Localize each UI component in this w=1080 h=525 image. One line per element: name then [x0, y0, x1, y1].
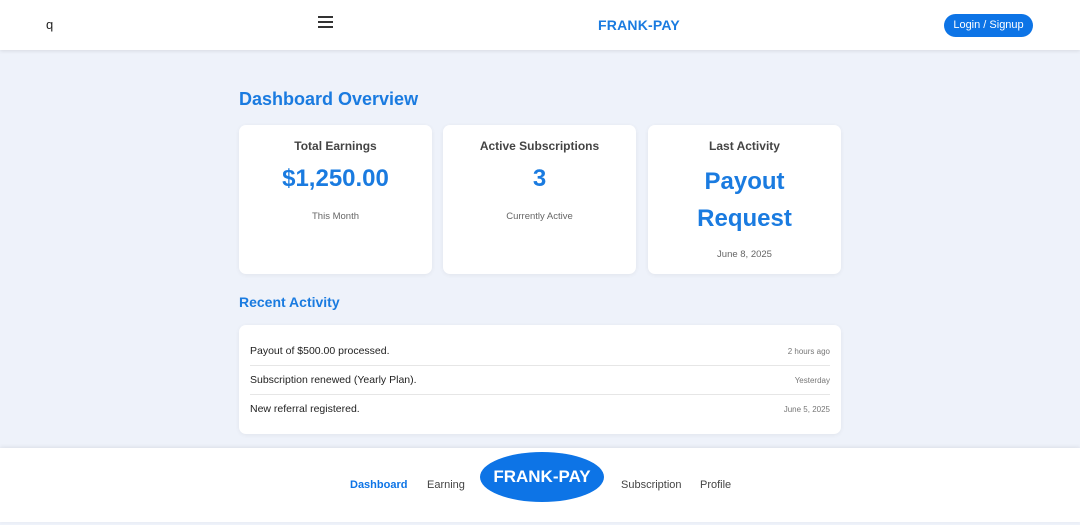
card-label: Active Subscriptions [479, 139, 600, 153]
nav-subscription[interactable]: Subscription [621, 479, 682, 491]
page-title: Dashboard Overview [239, 89, 419, 109]
activity-text: Subscription renewed (Yearly Plan). [250, 374, 417, 386]
last-activity-card: Last Activity Payout Request June 8, 202… [648, 125, 841, 274]
activity-text: New referral registered. [250, 403, 360, 415]
activity-item: Subscription renewed (Yearly Plan). Yest… [250, 366, 830, 395]
activity-item: New referral registered. June 5, 2025 [250, 395, 830, 424]
frank-pay-center-button[interactable]: FRANK-PAY [480, 452, 604, 502]
card-subtext: This Month [312, 211, 359, 222]
nav-profile[interactable]: Profile [700, 479, 731, 491]
activity-item: Payout of $500.00 processed. 2 hours ago [250, 337, 830, 366]
active-subscriptions-card: Active Subscriptions 3 Currently Active [443, 125, 636, 274]
activity-time: Yesterday [794, 376, 830, 385]
card-label: Last Activity [709, 139, 780, 153]
brand-logo: FRANK-PAY [598, 17, 680, 33]
card-value: 3 [532, 165, 547, 192]
card-value: $1,250.00 [282, 165, 389, 192]
activity-time: June 5, 2025 [783, 405, 830, 414]
login-signup-button[interactable]: Login / Signup [944, 14, 1033, 37]
activity-time: 2 hours ago [787, 347, 830, 356]
activity-text: Payout of $500.00 processed. [250, 345, 390, 357]
recent-activity-title: Recent Activity [239, 294, 340, 310]
nav-earning[interactable]: Earning [427, 479, 465, 491]
top-navbar: q FRANK-PAY Login / Signup [0, 0, 1080, 50]
recent-activity-list: Payout of $500.00 processed. 2 hours ago… [239, 325, 841, 434]
nav-dashboard[interactable]: Dashboard [350, 479, 407, 491]
card-value: Payout Request [697, 168, 792, 232]
total-earnings-card: Total Earnings $1,250.00 This Month [239, 125, 432, 274]
bottom-navigation: Dashboard Earning FRANK-PAY Subscription… [0, 448, 1080, 522]
card-label: Total Earnings [294, 139, 377, 153]
card-subtext: June 8, 2025 [717, 249, 772, 260]
card-subtext: Currently Active [506, 211, 573, 222]
